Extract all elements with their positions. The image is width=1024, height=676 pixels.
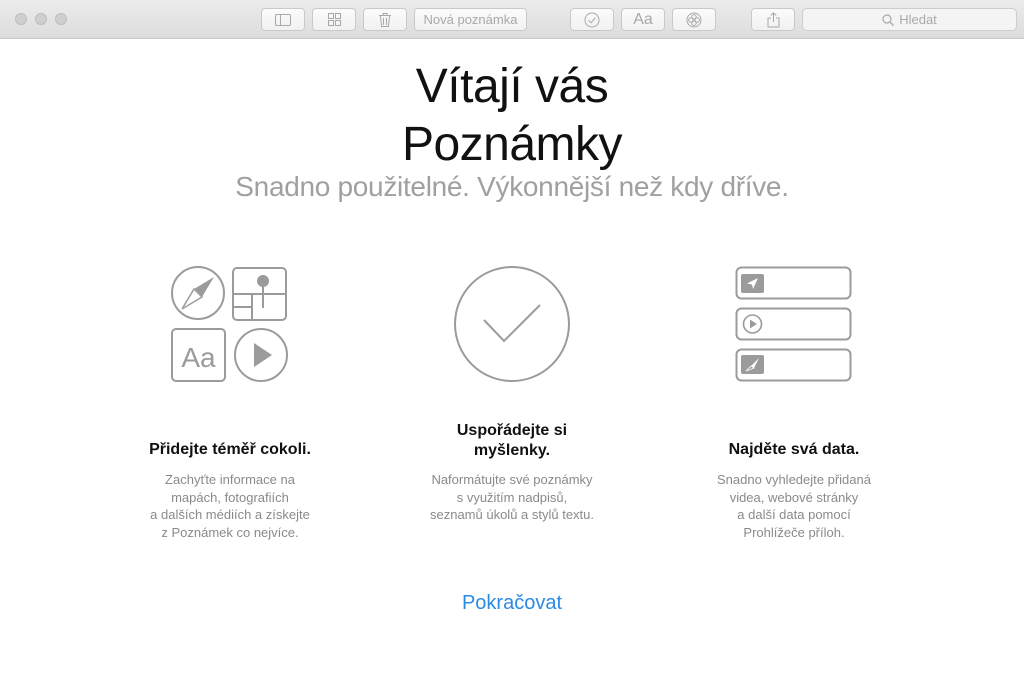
attachment-button[interactable] <box>672 8 716 31</box>
new-note-label: Nová poznámka <box>423 12 518 27</box>
search-placeholder: Hledat <box>899 12 937 27</box>
aa-glyph: Aa <box>181 342 216 373</box>
feature-find-heading: Najděte svá data. <box>728 441 860 458</box>
feature-add-description: Zachyťte informace na mapách, fotografií… <box>150 472 310 540</box>
share-button[interactable] <box>751 8 795 31</box>
checklist-icon <box>584 12 600 27</box>
format-button[interactable]: Aa <box>621 8 665 31</box>
text-aa-icon: Aa <box>171 328 226 382</box>
feature-find-description: Snadno vyhledejte přidaná videa, webové … <box>717 472 871 540</box>
search-field[interactable]: Hledat <box>802 8 1017 31</box>
welcome-title-line2: Poznámky <box>401 118 623 171</box>
feature-organize-description: Naformátujte své poznámky s využitím nad… <box>429 472 595 522</box>
attachments-browser-button[interactable] <box>312 8 356 31</box>
toolbar: Nová poznámka Aa Hledat <box>0 0 1024 39</box>
feature-organize-heading: Uspořádejte si myšlenky. <box>456 422 568 459</box>
new-note-button[interactable]: Nová poznámka <box>414 8 527 31</box>
trash-icon <box>379 12 391 27</box>
media-icons-cluster: Aa <box>171 266 288 382</box>
toggle-sidebar-button[interactable] <box>261 8 305 31</box>
minimize-window-button[interactable] <box>35 13 47 25</box>
continue-button[interactable]: Pokračovat <box>412 592 612 615</box>
delete-note-button[interactable] <box>363 8 407 31</box>
grid-icon <box>327 13 341 26</box>
welcome-title-line1: Vítají vás <box>415 60 609 113</box>
zoom-window-button[interactable] <box>55 13 67 25</box>
notes-window: Nová poznámka Aa Hledat Vítají vás Pozná… <box>0 0 1024 676</box>
sidebar-icon <box>275 13 291 26</box>
welcome-subtitle: Snadno použitelné. Výkonnější než kdy dř… <box>235 171 789 202</box>
feature-add-heading: Přidejte téměř cokoli. <box>149 441 311 458</box>
checkmark-circle-icon <box>454 266 570 382</box>
close-window-button[interactable] <box>15 13 27 25</box>
compass-icon <box>171 266 225 320</box>
play-icon <box>234 328 288 382</box>
format-label: Aa <box>633 10 653 28</box>
search-icon <box>882 13 895 26</box>
attachment-list-icon <box>735 266 852 382</box>
share-icon <box>767 11 779 27</box>
map-pin-icon <box>232 267 287 321</box>
attachment-icon <box>686 12 702 27</box>
checklist-button[interactable] <box>570 8 614 31</box>
